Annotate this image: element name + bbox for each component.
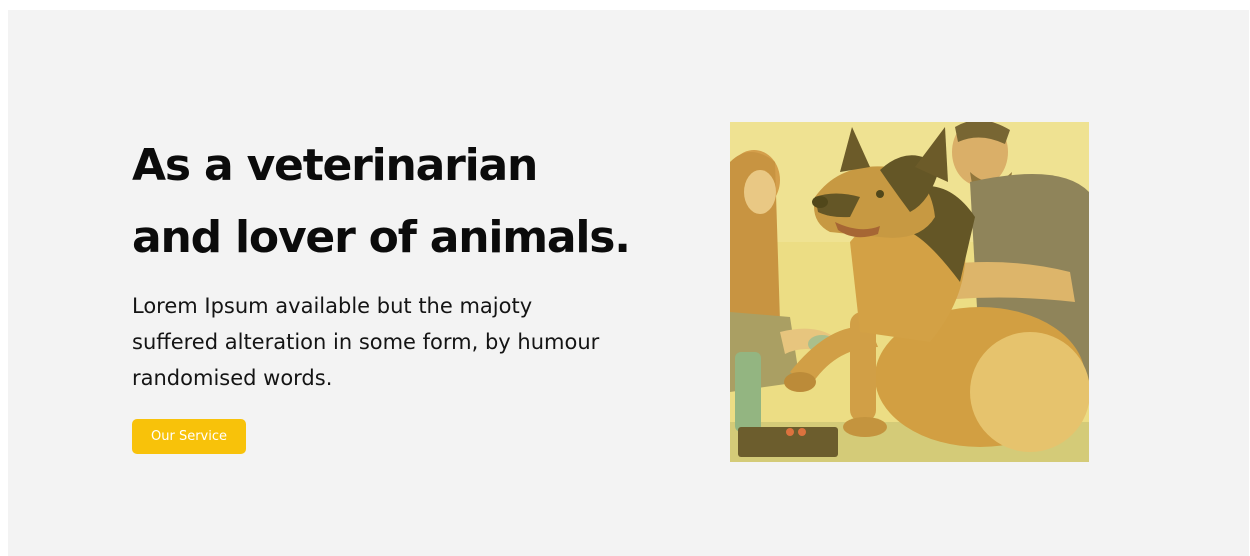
hero-photo <box>730 122 1089 462</box>
our-service-button[interactable]: Our Service <box>132 419 246 454</box>
hero-description: Lorem Ipsum available but the majoty suf… <box>132 294 600 390</box>
hero-headline-line-2: and lover of animals. <box>132 212 631 263</box>
hero-headline: As a veterinarian and lover of animals. <box>132 130 692 274</box>
hero-headline-line-1: As a veterinarian <box>132 140 538 191</box>
hero-text-block: As a veterinarian and lover of animals. … <box>132 130 692 396</box>
